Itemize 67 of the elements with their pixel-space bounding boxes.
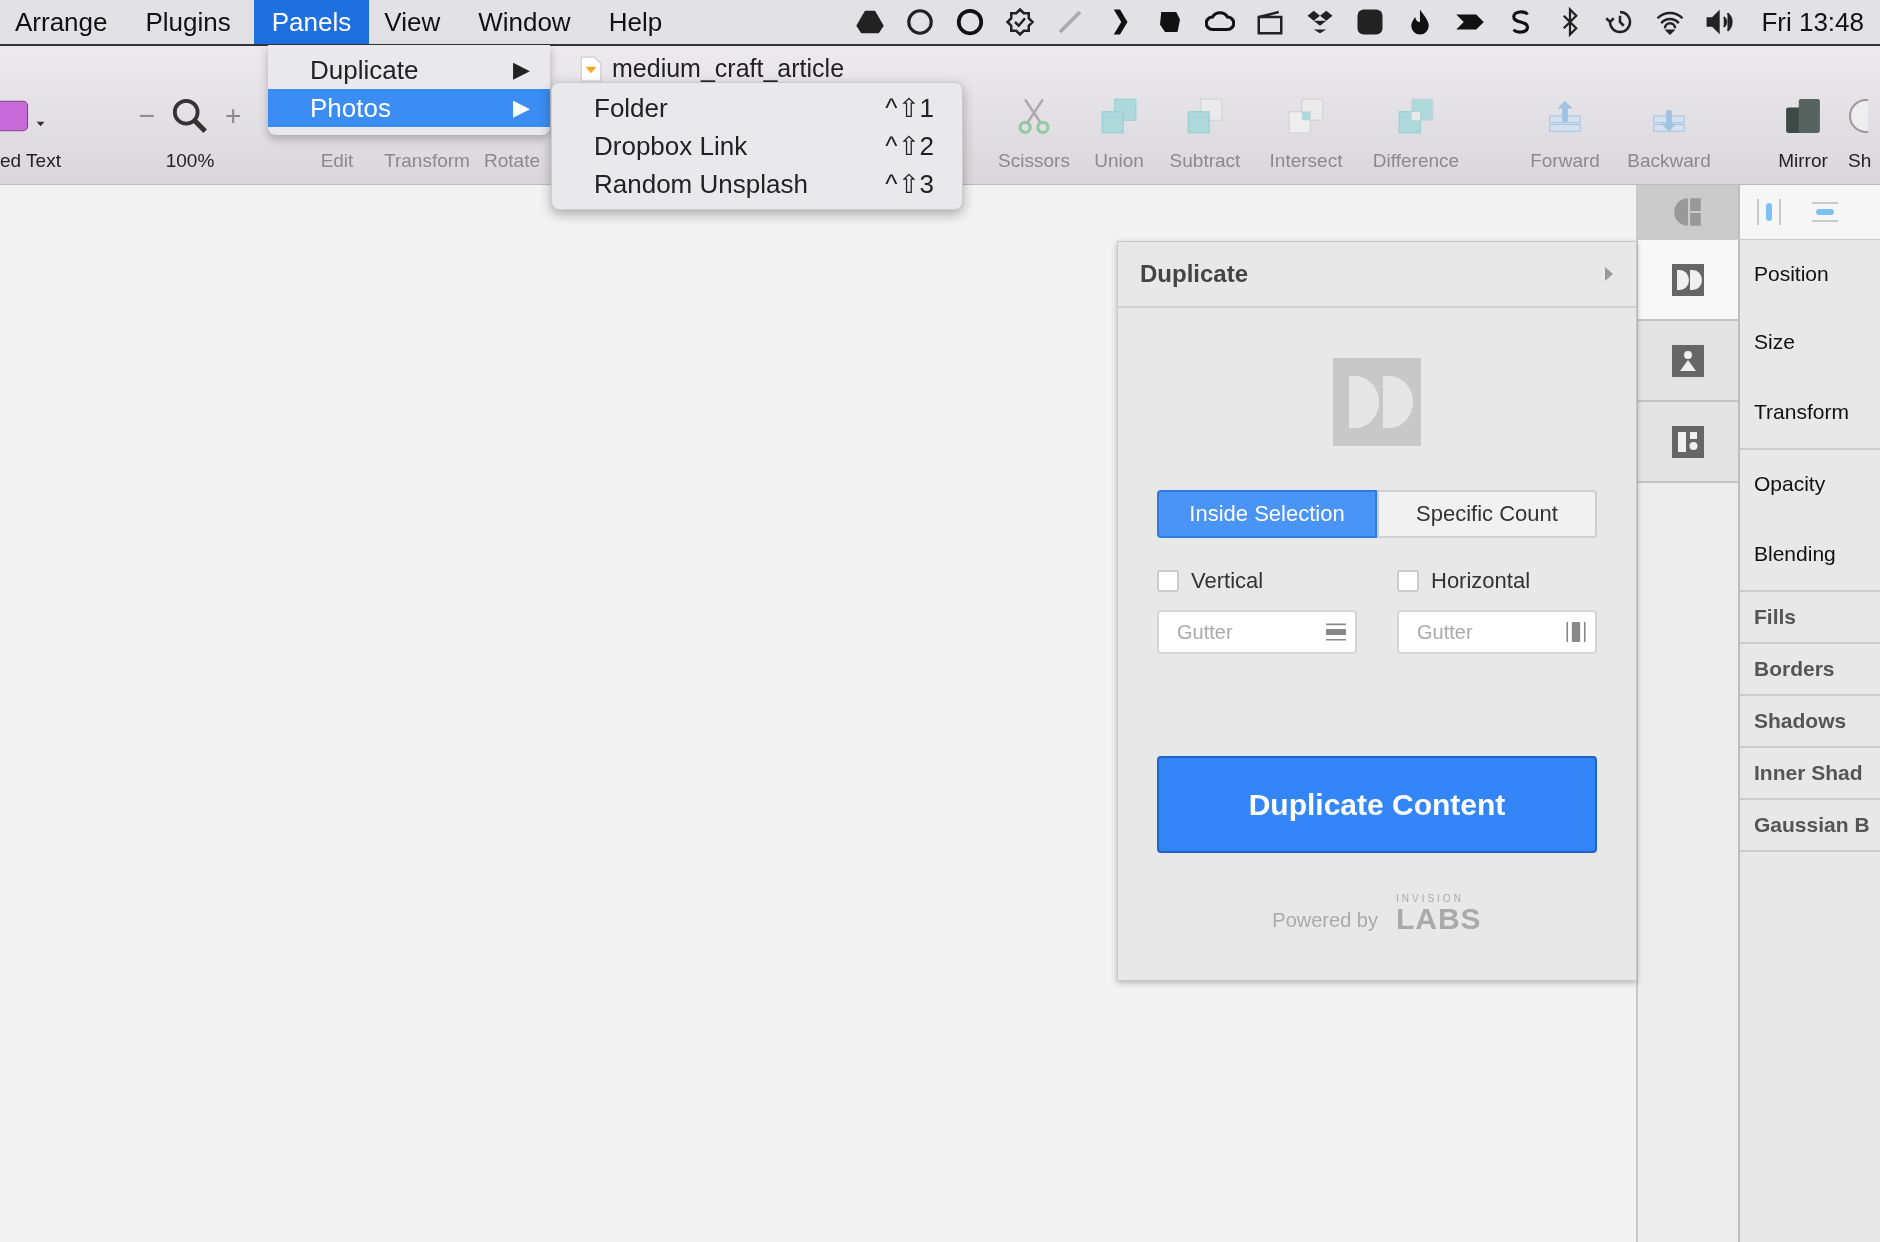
check-badge-icon[interactable] <box>1005 7 1036 37</box>
person-icon <box>1672 344 1704 377</box>
logo-icon <box>1333 358 1421 446</box>
inspector-label: Size <box>1754 330 1795 354</box>
gutter-field[interactable]: Gutter <box>1397 610 1597 654</box>
document-title: medium_craft_article <box>612 54 845 83</box>
panel-title: Duplicate <box>1140 260 1249 288</box>
circle-icon[interactable] <box>905 7 936 37</box>
shortcut-text: ^⇧1 <box>885 92 934 124</box>
checkbox[interactable] <box>1397 570 1419 592</box>
toolbar-label[interactable]: Mirror <box>1778 150 1828 172</box>
powered-by-text: Powered by <box>1272 909 1378 933</box>
brand-caption: INVISION <box>1395 893 1464 904</box>
inspector-label: Transform <box>1754 400 1849 424</box>
submenu-arrow: ▶ <box>513 57 530 83</box>
sidebar-toggle[interactable] <box>1638 185 1740 239</box>
rows-icon <box>1325 621 1347 643</box>
submenu-option[interactable]: Random Unsplash ^⇧3 <box>552 165 962 203</box>
inspector-label: Blending <box>1754 542 1836 566</box>
checkbox-label[interactable]: Vertical <box>1191 568 1264 594</box>
toolbar-label[interactable]: 100% <box>165 150 215 172</box>
inspector-label: Borders <box>1754 657 1835 681</box>
plugin-tab[interactable] <box>1638 321 1738 402</box>
inspector-label: Inner Shad <box>1754 761 1863 785</box>
toolbar-label[interactable]: Sh <box>1848 150 1872 172</box>
menu-option[interactable]: Duplicate ▶ <box>268 51 550 89</box>
plugin-tab[interactable] <box>1638 402 1738 483</box>
checkbox-label[interactable]: Horizontal <box>1431 568 1531 594</box>
text-tool-icon[interactable] <box>0 99 46 133</box>
toolbar-label[interactable]: ed Text <box>0 150 61 172</box>
gutter-field[interactable]: Gutter <box>1157 610 1357 654</box>
clock[interactable]: Fri 13:48 <box>1761 6 1864 38</box>
plugin-tab[interactable] <box>1638 240 1738 321</box>
shortcut-text: ^⇧2 <box>885 130 934 162</box>
checkbox[interactable] <box>1157 570 1179 592</box>
inspector-label: Gaussian B <box>1754 813 1870 837</box>
layout-icon <box>1672 425 1704 458</box>
menu-item[interactable]: Panels <box>253 0 370 44</box>
half-circle-icon <box>1672 196 1704 228</box>
mode-tab[interactable]: Specific Count <box>1377 490 1597 538</box>
submenu-label: Folder <box>594 92 668 124</box>
columns-icon <box>1565 621 1587 643</box>
menu-item[interactable]: Window <box>463 0 594 44</box>
inspector-label: Opacity <box>1754 472 1826 496</box>
menu-item[interactable]: Arrange <box>0 0 131 44</box>
inspector-label: Position <box>1754 262 1829 286</box>
menu-option-label: Duplicate <box>310 54 419 86</box>
menu-item[interactable]: Help <box>593 0 686 44</box>
submenu-label: Random Unsplash <box>594 168 808 200</box>
duplicate-icon <box>1672 263 1704 296</box>
square-icon[interactable] <box>1355 7 1386 37</box>
menu-option-label: Photos <box>310 92 391 124</box>
shortcut-text: ^⇧3 <box>885 168 934 200</box>
submenu-arrow: ▶ <box>513 95 530 121</box>
search-icon[interactable] <box>171 97 209 135</box>
ring-icon[interactable] <box>955 7 986 37</box>
inspector-label: Shadows <box>1754 709 1847 733</box>
volume-icon[interactable] <box>1705 7 1736 37</box>
brand-logo: LABS <box>1395 904 1482 934</box>
submenu-option[interactable]: Dropbox Link ^⇧2 <box>552 127 962 165</box>
menu-item[interactable]: Plugins <box>130 0 254 44</box>
submenu-label: Dropbox Link <box>594 130 748 162</box>
mirror-icon[interactable] <box>1784 97 1822 135</box>
inspector-label: Fills <box>1754 605 1796 629</box>
menu-item[interactable]: View <box>369 0 464 44</box>
duplicate-content-button[interactable]: Duplicate Content <box>1157 756 1597 853</box>
submenu-option[interactable]: Folder ^⇧1 <box>552 89 962 127</box>
